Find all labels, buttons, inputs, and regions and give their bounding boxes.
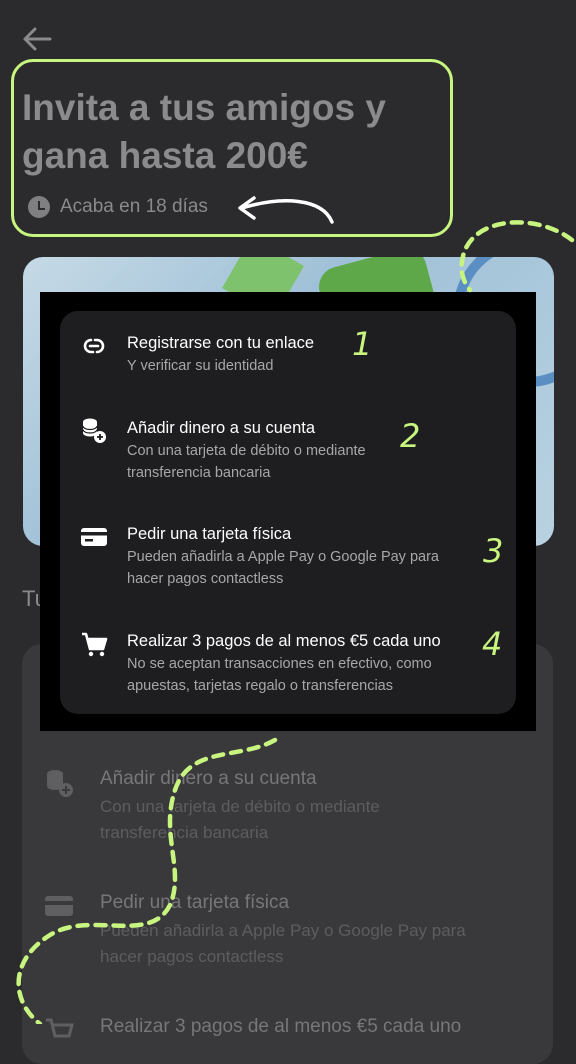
list-item: Pedir una tarjeta física Pueden añadirla… <box>45 892 500 970</box>
step-title: Pedir una tarjeta física <box>127 525 292 543</box>
step-number: 2 <box>400 417 421 455</box>
list-item: Realizar 3 pagos de al menos €5 cada uno <box>46 1016 462 1038</box>
step-item: Registrarse con tu enlace Y verificar su… <box>83 332 315 377</box>
step-subtitle: Y verificar su identidad <box>127 358 274 374</box>
cart-icon <box>82 632 108 657</box>
step-subtitle: Con una tarjeta de débito o mediante tra… <box>127 443 366 481</box>
step-subtitle: Pueden añadirla a Apple Pay o Google Pay… <box>127 549 439 587</box>
list-item: Añadir dinero a su cuenta Con una tarjet… <box>47 768 430 846</box>
coins-add-icon <box>82 418 106 443</box>
list-item-subtitle: Pueden añadirla a Apple Pay o Google Pay… <box>100 921 466 966</box>
step-item: Pedir una tarjeta física Pueden añadirla… <box>81 523 467 590</box>
step-subtitle: No se aceptan transacciones en efectivo,… <box>127 656 432 694</box>
page-title: Invita a tus amigos y gana hasta 200€ <box>22 87 386 176</box>
countdown-text: Acaba en 18 días <box>60 196 208 217</box>
clock-icon <box>28 196 50 218</box>
step-title: Realizar 3 pagos de al menos €5 cada uno <box>127 632 441 650</box>
list-item-title: Añadir dinero a su cuenta <box>100 768 317 789</box>
pointer-arrow-icon <box>238 196 334 224</box>
step-number: 1 <box>352 325 373 363</box>
back-arrow-icon[interactable] <box>20 24 54 54</box>
coins-add-icon <box>47 770 73 797</box>
cart-icon <box>46 1018 74 1038</box>
steps-overlay-card: Registrarse con tu enlace Y verificar su… <box>60 311 516 714</box>
countdown: Acaba en 18 días <box>28 194 208 220</box>
list-item-title: Pedir una tarjeta física <box>100 892 290 913</box>
step-item: Añadir dinero a su cuenta Con una tarjet… <box>82 417 407 484</box>
step-item: Realizar 3 pagos de al menos €5 cada uno… <box>82 630 472 697</box>
list-item-subtitle: Con una tarjeta de débito o mediante tra… <box>100 797 380 842</box>
link-icon <box>83 338 105 354</box>
list-item-title: Realizar 3 pagos de al menos €5 cada uno <box>100 1016 462 1037</box>
card-icon <box>45 896 73 916</box>
card-icon <box>81 528 107 546</box>
step-title: Añadir dinero a su cuenta <box>127 419 316 437</box>
step-number: 4 <box>482 625 503 663</box>
step-number: 3 <box>483 532 504 570</box>
step-title: Registrarse con tu enlace <box>127 334 315 352</box>
